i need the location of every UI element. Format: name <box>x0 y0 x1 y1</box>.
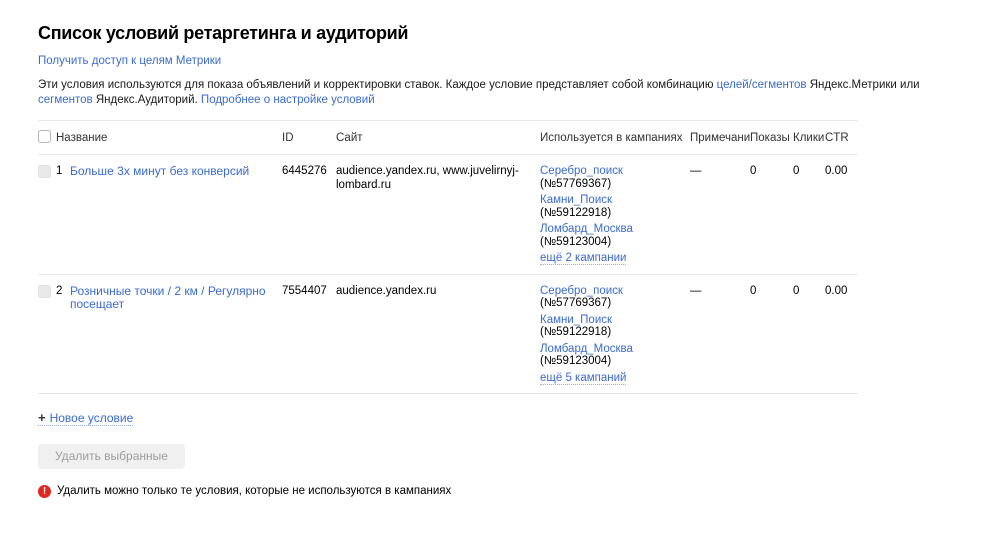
description-text: Эти условия используются для показа объя… <box>38 79 717 91</box>
description-line-1: Эти условия используются для показа объя… <box>38 78 960 93</box>
more-campaigns-link[interactable]: ещё 5 кампаний <box>540 372 626 385</box>
description-text: Яндекс.Метрики или <box>807 79 920 91</box>
description-line-2: сегментов Яндекс.Аудиторий. Подробнее о … <box>38 93 960 108</box>
table-body: 1Больше 3х минут без конверсий 6445276aud… <box>38 155 858 394</box>
clicks-value: 0 <box>793 274 825 394</box>
campaign-number: (№59123004) <box>540 236 611 248</box>
select-all-checkbox[interactable] <box>38 130 51 143</box>
row-checkbox[interactable] <box>38 285 51 298</box>
delete-restriction-notice: ! Удалить можно только те условия, котор… <box>38 485 960 498</box>
campaign-number: (№57769367) <box>540 178 611 190</box>
campaign-number: (№59122918) <box>540 207 611 219</box>
delete-selected-button[interactable]: Удалить выбранные <box>38 444 185 469</box>
column-header-campaigns: Используется в кампаниях <box>540 121 690 155</box>
column-header-ctr: CTR <box>825 121 858 155</box>
condition-site: audience.yandex.ru, www.juvelirnyj-lomba… <box>336 155 540 275</box>
row-index: 2 <box>56 285 70 312</box>
campaign-link[interactable]: Ломбард_Москва <box>540 343 633 355</box>
column-header-id: ID <box>282 121 336 155</box>
row-index: 1 <box>56 165 70 179</box>
new-condition-label: Новое условие <box>50 411 134 425</box>
description-text: Яндекс.Аудиторий. <box>93 94 201 106</box>
campaigns-cell: Серебро_поиск(№57769367) Камни_Поиск (№59… <box>540 155 690 275</box>
table-header-row: Название ID Сайт Используется в кампания… <box>38 121 858 155</box>
retargeting-conditions-table: Название ID Сайт Используется в кампания… <box>38 120 858 394</box>
note-value: — <box>690 155 750 275</box>
new-condition-link[interactable]: + Новое условие <box>38 411 133 426</box>
column-header-site: Сайт <box>336 121 540 155</box>
column-header-impressions: Показы <box>750 121 793 155</box>
campaign-item: Камни_Поиск (№59122918) <box>540 314 684 339</box>
campaign-item: Ломбард_Москва(№59123004) <box>540 343 684 368</box>
condition-name-link[interactable]: Розничные точки / 2 км / Регулярно посещ… <box>70 285 276 312</box>
campaign-item: Камни_Поиск (№59122918) <box>540 194 684 219</box>
alert-icon: ! <box>38 485 51 498</box>
conditions-help-link[interactable]: Подробнее о настройке условий <box>201 94 375 106</box>
table-row: 2Розничные точки / 2 км / Регулярно посе… <box>38 274 858 394</box>
table-row: 1Больше 3х минут без конверсий 6445276aud… <box>38 155 858 275</box>
column-header-name: Название <box>56 121 282 155</box>
description: Эти условия используются для показа объя… <box>38 78 960 108</box>
campaign-number: (№59122918) <box>540 326 611 338</box>
ctr-value: 0.00 <box>825 274 858 394</box>
campaign-link[interactable]: Серебро_поиск <box>540 285 623 297</box>
note-value: — <box>690 274 750 394</box>
row-checkbox[interactable] <box>38 165 51 178</box>
plus-icon: + <box>38 410 46 425</box>
campaign-item: Ломбард_Москва(№59123004) <box>540 223 684 248</box>
ctr-value: 0.00 <box>825 155 858 275</box>
segments-link[interactable]: сегментов <box>38 94 93 106</box>
metrika-access-link[interactable]: Получить доступ к целям Метрики <box>38 55 221 67</box>
column-header-clicks: Клики <box>793 121 825 155</box>
goals-segments-link[interactable]: целей/сегментов <box>717 79 807 91</box>
campaign-item: Серебро_поиск(№57769367) <box>540 165 684 190</box>
clicks-value: 0 <box>793 155 825 275</box>
campaign-link[interactable]: Камни_Поиск <box>540 194 612 206</box>
campaign-number: (№59123004) <box>540 355 611 367</box>
campaign-link[interactable]: Серебро_поиск <box>540 165 623 177</box>
campaign-number: (№57769367) <box>540 297 611 309</box>
condition-id: 7554407 <box>282 274 336 394</box>
impressions-value: 0 <box>750 274 793 394</box>
campaign-item: Серебро_поиск(№57769367) <box>540 285 684 310</box>
impressions-value: 0 <box>750 155 793 275</box>
condition-name-link[interactable]: Больше 3х минут без конверсий <box>70 165 276 179</box>
campaigns-cell: Серебро_поиск(№57769367) Камни_Поиск (№59… <box>540 274 690 394</box>
condition-site: audience.yandex.ru <box>336 274 540 394</box>
page-title: Список условий ретаргетинга и аудиторий <box>38 22 960 44</box>
condition-id: 6445276 <box>282 155 336 275</box>
notice-text: Удалить можно только те условия, которые… <box>57 485 451 497</box>
campaign-link[interactable]: Ломбард_Москва <box>540 223 633 235</box>
more-campaigns-link[interactable]: ещё 2 кампании <box>540 252 626 265</box>
column-header-note: Примечание <box>690 121 750 155</box>
campaign-link[interactable]: Камни_Поиск <box>540 314 612 326</box>
